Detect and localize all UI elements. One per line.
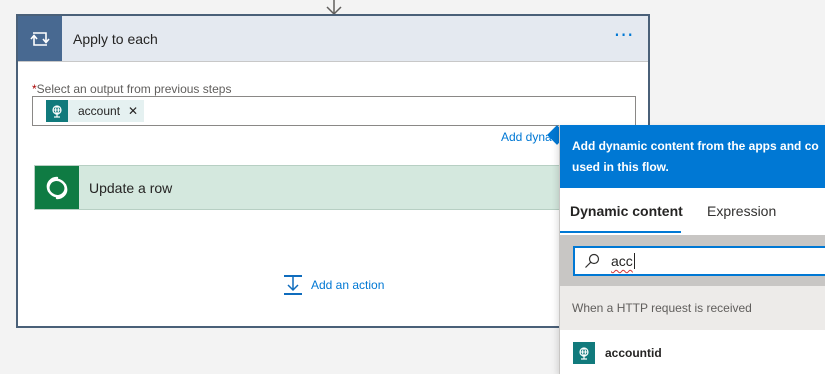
search-band: acc (560, 235, 825, 286)
active-tab-indicator (560, 231, 681, 233)
text-cursor (633, 253, 635, 269)
search-icon (585, 253, 600, 268)
update-row-title: Update a row (89, 180, 173, 196)
http-request-icon (46, 100, 68, 122)
output-field-label-text: Select an output from previous steps (36, 82, 232, 96)
dynamic-content-search-input[interactable]: acc (573, 246, 825, 276)
add-action-button[interactable]: Add an action (283, 274, 384, 296)
dynamic-panel-header-line2: used in this flow. (572, 160, 669, 174)
card-title: Apply to each (73, 31, 158, 47)
dynamic-panel-tabs: Dynamic content Expression (560, 188, 825, 235)
more-options-button[interactable]: ⋯ (610, 23, 638, 53)
http-request-icon (573, 342, 595, 364)
loop-icon (18, 16, 62, 61)
tab-expression[interactable]: Expression (707, 203, 776, 219)
add-action-label: Add an action (311, 278, 385, 292)
apply-to-each-card: Apply to each ⋯ *Select an output from p… (16, 14, 650, 328)
trigger-section-header[interactable]: When a HTTP request is received (560, 286, 825, 330)
remove-token-icon[interactable]: ✕ (128, 104, 138, 118)
token-label: account (78, 104, 121, 118)
result-label: accountid (605, 346, 662, 360)
dynamic-content-item-accountid[interactable]: accountid (560, 338, 825, 368)
apply-to-each-header[interactable]: Apply to each ⋯ (18, 16, 648, 62)
search-value: acc (611, 253, 633, 269)
dynamic-panel-header: Add dynamic content from the apps and co… (560, 125, 825, 188)
tab-dynamic-content[interactable]: Dynamic content (570, 203, 683, 219)
output-token-input[interactable]: account ✕ (32, 96, 636, 126)
output-field-label: *Select an output from previous steps (32, 82, 231, 96)
trigger-section-title: When a HTTP request is received (572, 301, 752, 315)
dataverse-icon (35, 166, 79, 209)
dynamic-content-panel: Add dynamic content from the apps and co… (559, 125, 825, 374)
update-a-row-action[interactable]: Update a row (34, 165, 636, 210)
account-token[interactable]: account ✕ (46, 100, 145, 122)
dynamic-panel-header-line1: Add dynamic content from the apps and co (572, 139, 819, 153)
add-dynamic-content-link[interactable]: Add dyna (501, 130, 552, 144)
add-action-icon (284, 275, 302, 295)
